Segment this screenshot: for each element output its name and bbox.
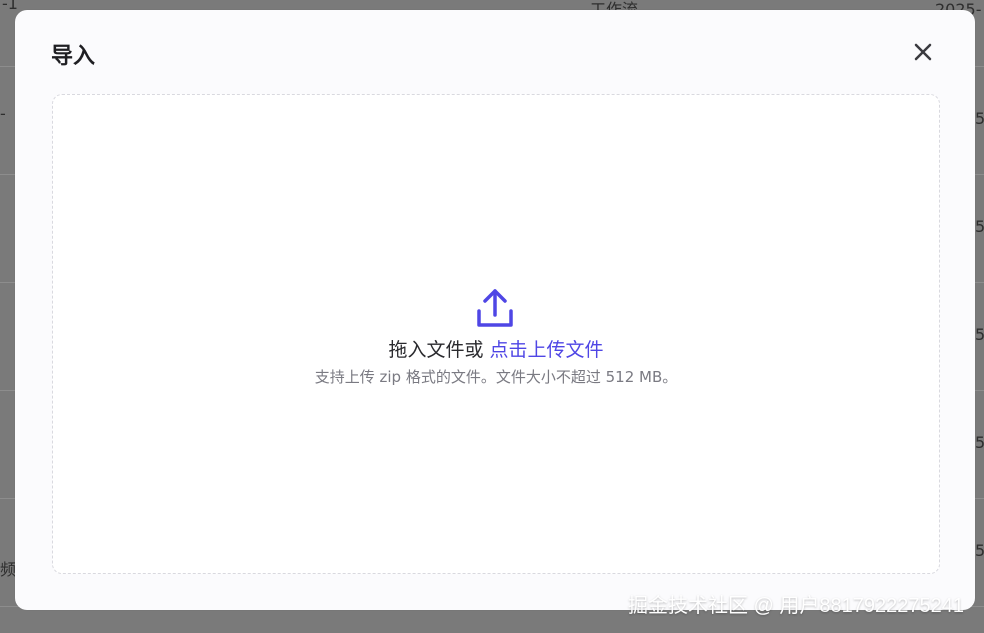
upload-icon [477,289,513,327]
close-icon [914,43,932,61]
background-cell-right: 5- [975,325,984,344]
background-cell-right: 5- [975,217,984,236]
drag-text: 拖入文件或 [388,339,484,361]
background-cell-left-bottom: 频 [0,560,17,579]
background-cell-left-second: - [0,104,6,123]
background-cell-right: 5- [975,541,984,560]
modal-title: 导入 [51,44,96,69]
upload-hint: 支持上传 zip 格式的文件。文件大小不超过 512 MB。 [314,368,678,386]
background-cell-left-top: -1 [2,0,18,13]
close-button[interactable] [911,40,935,64]
background-cell-right: 5- [975,109,984,128]
watermark: 掘金技术社区 @ 用户8817922275241 [627,595,964,617]
click-upload-link[interactable]: 点击上传文件 [490,339,604,361]
upload-dropzone[interactable]: 拖入文件或 点击上传文件 支持上传 zip 格式的文件。文件大小不超过 512 … [52,94,940,574]
drop-instruction: 拖入文件或 点击上传文件 [53,335,939,362]
background-cell-right: 5- [975,433,984,452]
import-modal: 导入 拖入文件或 点击上传文件 支持上传 zip 格式的文件。文件大小不超过 5… [15,10,975,610]
